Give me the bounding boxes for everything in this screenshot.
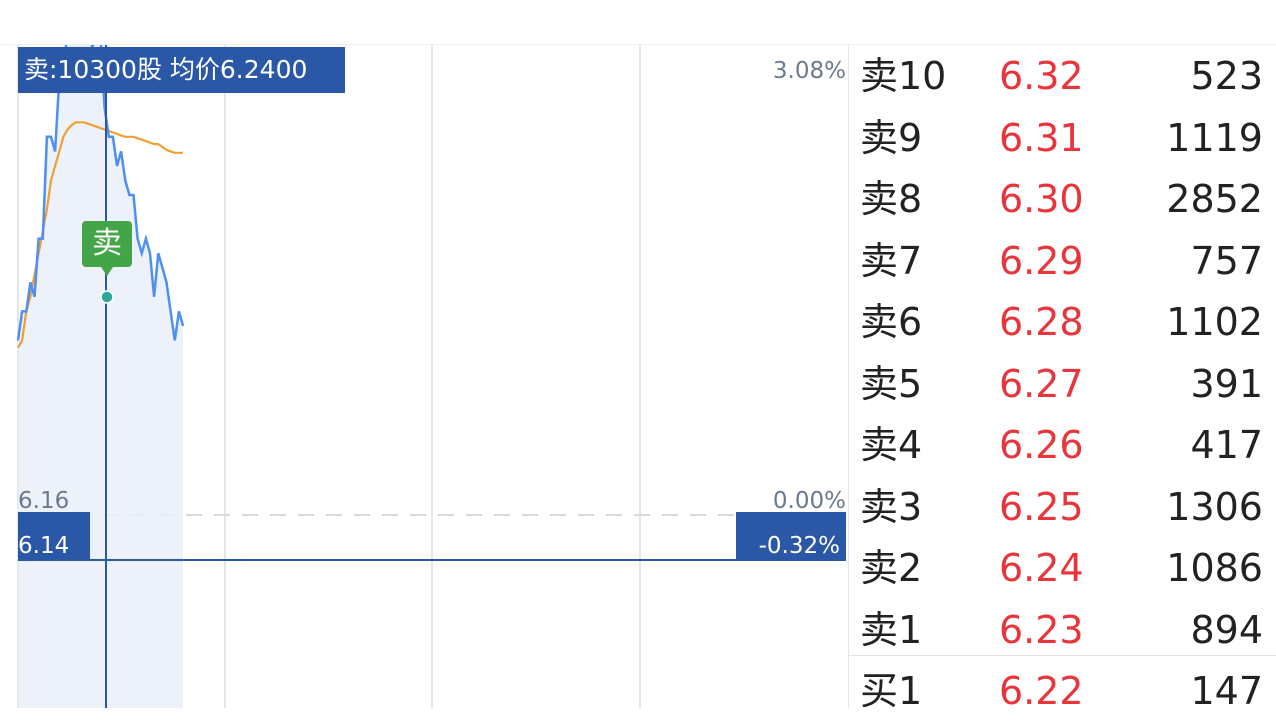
orderbook-price: 6.26 — [999, 423, 1084, 467]
orderbook-row[interactable]: 买1 6.22 147 — [849, 660, 1276, 722]
orderbook-price: 6.25 — [999, 484, 1084, 529]
orderbook-level-label: 卖8 — [860, 177, 923, 221]
orderbook-price: 6.28 — [999, 300, 1084, 344]
orderbook-price: 6.32 — [999, 54, 1084, 98]
orderbook-price: 6.29 — [999, 238, 1084, 283]
price-ref-label: 6.16 — [18, 488, 70, 514]
crosshair-point — [100, 290, 114, 304]
orderbook-volume: 757 — [1190, 238, 1263, 283]
crosshair-pct-box: -0.32% — [736, 512, 846, 560]
orderbook-row[interactable]: 卖6 6.28 1102 — [849, 291, 1276, 353]
orderbook-row[interactable]: 卖7 6.29 757 — [849, 230, 1276, 292]
orderbook-volume: 2852 — [1166, 177, 1263, 221]
orderbook-level-label: 卖5 — [860, 361, 923, 406]
orderbook-level-label: 卖2 — [860, 546, 923, 590]
crosshair-price-box: 6.14 — [18, 512, 90, 560]
orderbook-volume: 1102 — [1166, 300, 1263, 344]
orderbook-level-label: 买1 — [860, 669, 923, 713]
orderbook-level-label: 卖6 — [860, 300, 923, 344]
orderbook-level-label: 卖3 — [860, 484, 923, 529]
orderbook-level-label: 卖4 — [860, 423, 923, 467]
orderbook-volume: 417 — [1190, 423, 1263, 467]
pct-zero-label: 0.00% — [772, 488, 846, 514]
tab-fragment[interactable]: ▔ — [805, 0, 831, 4]
orderbook-row[interactable]: 卖8 6.30 2852 — [849, 168, 1276, 230]
tab-fragment[interactable]: ▔▔ — [545, 0, 597, 4]
orderbook-level-label: 卖10 — [860, 54, 947, 98]
orderbook-level-label: 卖9 — [860, 115, 923, 160]
orderbook-volume: 894 — [1190, 607, 1263, 652]
tab-fragment[interactable]: ▔▔ — [300, 0, 352, 4]
orderbook-level-label: 卖7 — [860, 238, 923, 283]
orderbook-row[interactable]: 卖10 6.32 523 — [849, 45, 1276, 107]
orderbook-level-label: 卖1 — [860, 607, 923, 652]
orderbook-row[interactable]: 卖3 6.25 1306 — [849, 476, 1276, 538]
orderbook-price: 6.30 — [999, 177, 1084, 221]
sell-marker[interactable]: 卖 — [82, 221, 132, 276]
tab-fragment[interactable]: ▔▔ — [1035, 0, 1087, 4]
crosshair-info-label: 卖:10300股 均价6.2400 — [18, 47, 345, 93]
orderbook-volume: 391 — [1190, 361, 1263, 406]
orderbook-price: 6.23 — [999, 607, 1084, 652]
orderbook-price: 6.27 — [999, 361, 1084, 406]
orderbook-price: 6.31 — [999, 115, 1084, 160]
orderbook-volume: 1119 — [1166, 115, 1263, 160]
orderbook-row[interactable]: 卖5 6.27 391 — [849, 353, 1276, 415]
top-tab-bar: ▔▔ ▔▔ ▔ ▔▔ — [0, 0, 1276, 45]
orderbook-volume: 147 — [1190, 669, 1263, 713]
orderbook-row[interactable]: 卖2 6.24 1086 — [849, 537, 1276, 599]
bid-ask-divider — [849, 655, 1276, 656]
orderbook-row[interactable]: 卖9 6.31 1119 — [849, 107, 1276, 169]
orderbook-volume: 1086 — [1166, 546, 1263, 590]
orderbook-price: 6.22 — [999, 669, 1084, 713]
chart-canvas[interactable] — [0, 45, 848, 708]
orderbook-volume: 523 — [1190, 54, 1263, 98]
orderbook-volume: 1306 — [1166, 484, 1263, 529]
orderbook-row[interactable]: 卖1 6.23 894 — [849, 599, 1276, 661]
order-book: 卖10 6.32 523 卖9 6.31 1119 卖8 6.30 2852 卖7 6.29 757 卖… — [848, 45, 1276, 713]
orderbook-row[interactable]: 卖4 6.26 417 — [849, 414, 1276, 476]
orderbook-price: 6.24 — [999, 546, 1084, 590]
pct-top-label: 3.08% — [772, 58, 846, 84]
intraday-chart[interactable]: 卖:10300股 均价6.2400 3.08% 0.00% 6.16 6.14 … — [0, 45, 848, 708]
